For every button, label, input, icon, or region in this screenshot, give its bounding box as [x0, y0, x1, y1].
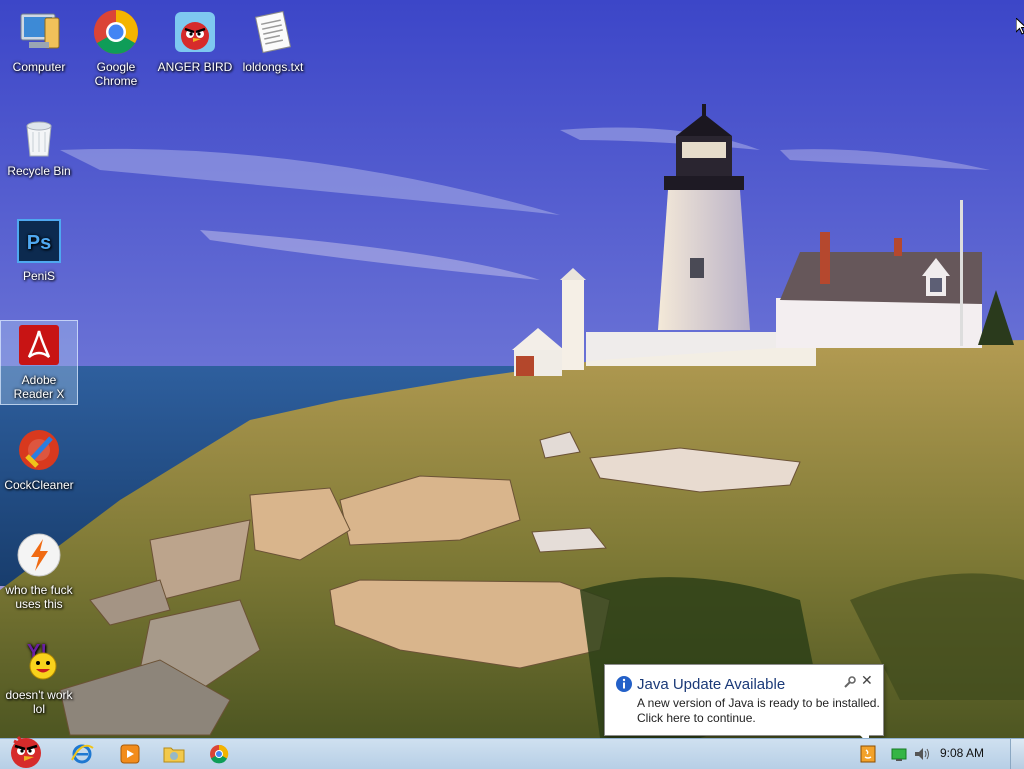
recycle-bin-icon: [15, 112, 63, 160]
notification-title: Java Update Available: [637, 676, 786, 693]
svg-text:Ps: Ps: [27, 232, 51, 254]
network-icon[interactable]: [890, 745, 908, 763]
desktop-icon-label: doesn't work lol: [5, 688, 73, 716]
desktop-icon-label: Adobe Reader X: [13, 373, 65, 401]
desktop-icon-anger-bird[interactable]: ANGER BIRD: [157, 8, 233, 74]
text-file-icon: [249, 8, 297, 56]
media-player-icon[interactable]: [116, 742, 144, 766]
desktop-icon-computer[interactable]: Computer: [1, 8, 77, 74]
chrome-icon[interactable]: [205, 742, 233, 766]
desktop-icon-label: Recycle Bin: [7, 164, 71, 178]
desktop-icon-label: Google Chrome: [94, 60, 138, 88]
winamp-icon: [15, 531, 63, 579]
desktop-wallpaper: [0, 0, 1024, 768]
angry-bird-start-icon[interactable]: [4, 733, 48, 769]
desktop-icon-yahoo-messenger[interactable]: Y! doesn't work lol: [1, 636, 77, 716]
desktop-icon-recycle-bin[interactable]: Recycle Bin: [1, 112, 77, 178]
close-icon[interactable]: ✕: [861, 672, 873, 689]
notification-message: A new version of Java is ready to be ins…: [637, 696, 880, 726]
options-wrench-icon[interactable]: [843, 675, 857, 689]
taskbar: 9:08 AM: [0, 736, 1024, 769]
desktop-icon-label: PeniS: [22, 269, 56, 283]
java-update-notification[interactable]: Java Update Available A new version of J…: [604, 664, 884, 745]
photoshop-icon: Ps: [15, 217, 63, 265]
notification-line-2: Click here to continue.: [637, 711, 756, 725]
yahoo-messenger-icon: Y!: [15, 636, 63, 684]
desktop-icon-adobe-reader[interactable]: Adobe Reader X: [0, 320, 78, 405]
desktop-icon-photoshop[interactable]: Ps PeniS: [1, 217, 77, 283]
desktop-icon-label: ANGER BIRD: [157, 60, 233, 74]
adobe-reader-icon: [15, 321, 63, 369]
show-desktop-button[interactable]: [1010, 739, 1024, 769]
folder-icon[interactable]: [160, 742, 188, 766]
angry-bird-icon: [171, 8, 219, 56]
desktop-icon-winamp[interactable]: who the fuck uses this: [1, 531, 77, 611]
internet-explorer-icon[interactable]: [68, 742, 96, 766]
computer-icon: [15, 8, 63, 56]
desktop-icon-label: loldongs.txt: [242, 60, 304, 74]
desktop-icon-chrome[interactable]: Google Chrome: [78, 8, 154, 88]
notification-line-1: A new version of Java is ready to be ins…: [637, 696, 880, 710]
java-tray-icon[interactable]: [856, 744, 880, 764]
desktop-icon-loldongs[interactable]: loldongs.txt: [235, 8, 311, 74]
desktop-icon-label: CockCleaner: [4, 478, 74, 492]
desktop-icon-label: Computer: [12, 60, 66, 74]
desktop-icon-ccleaner[interactable]: CockCleaner: [1, 426, 77, 492]
clock-time[interactable]: 9:08 AM: [940, 746, 984, 760]
ccleaner-icon: [15, 426, 63, 474]
info-icon: [616, 676, 632, 692]
chrome-icon: [92, 8, 140, 56]
mouse-cursor-icon: [1016, 18, 1024, 35]
volume-icon[interactable]: [913, 745, 931, 763]
desktop-icon-label: who the fuck uses this: [5, 583, 73, 611]
